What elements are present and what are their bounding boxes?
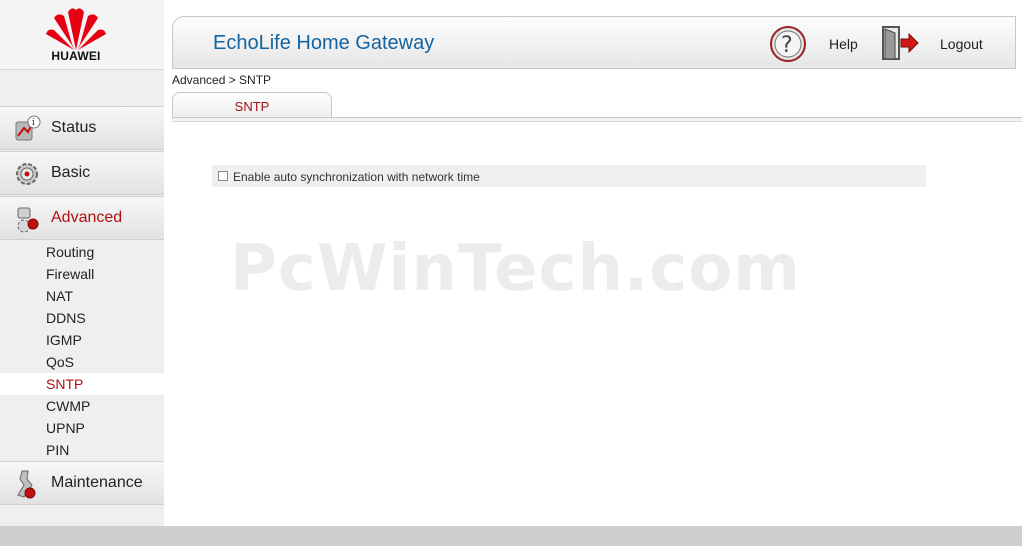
submenu-label: NAT: [46, 288, 73, 304]
tab-sntp[interactable]: SNTP: [172, 92, 332, 118]
submenu-cwmp[interactable]: CWMP: [0, 395, 164, 417]
nav-maintenance[interactable]: Maintenance: [0, 461, 164, 505]
submenu-igmp[interactable]: IGMP: [0, 329, 164, 351]
tab-underline: [172, 117, 1022, 122]
submenu-upnp[interactable]: UPNP: [0, 417, 164, 439]
status-icon: i: [15, 115, 41, 141]
auto-sync-checkbox[interactable]: [218, 171, 228, 181]
footer-bar: [0, 526, 1022, 546]
submenu-nat[interactable]: NAT: [0, 285, 164, 307]
top-strip: [164, 0, 1022, 10]
gateway-title: EchoLife Home Gateway: [213, 32, 435, 54]
advanced-icon: [17, 207, 39, 233]
submenu-routing[interactable]: Routing: [0, 241, 164, 263]
nav-advanced-label: Advanced: [51, 209, 123, 226]
submenu-firewall[interactable]: Firewall: [0, 263, 164, 285]
submenu-label: Firewall: [46, 266, 95, 282]
nav-advanced[interactable]: Advanced: [0, 196, 164, 240]
submenu-label: PIN: [46, 442, 70, 458]
nav-basic[interactable]: Basic: [0, 151, 164, 195]
nav-maintenance-label: Maintenance: [51, 474, 143, 491]
submenu-label: UPNP: [46, 420, 85, 436]
svg-text:i: i: [32, 118, 35, 128]
submenu-sntp[interactable]: SNTP: [0, 373, 164, 395]
submenu-label: IGMP: [46, 332, 82, 348]
tab-label: SNTP: [234, 99, 270, 114]
brand-name: HUAWEI: [51, 49, 101, 63]
help-link[interactable]: Help: [829, 36, 858, 52]
submenu-label: QoS: [46, 354, 75, 370]
gear-icon: [16, 163, 38, 185]
wrench-icon: [17, 470, 36, 499]
auto-sync-row: Enable auto synchronization with network…: [212, 165, 926, 187]
nav-status-label: Status: [51, 119, 97, 136]
submenu-label: SNTP: [46, 376, 84, 392]
logout-link[interactable]: Logout: [940, 36, 983, 52]
breadcrumb: Advanced > SNTP: [172, 73, 272, 87]
door-exit-icon[interactable]: [881, 25, 921, 63]
svg-text:?: ?: [781, 33, 793, 58]
auto-sync-label: Enable auto synchronization with network…: [233, 170, 480, 184]
huawei-logo: HUAWEI: [0, 0, 164, 70]
question-icon[interactable]: ?: [769, 25, 807, 63]
nav-basic-label: Basic: [51, 164, 91, 181]
sidebar: HUAWEI i Status Basic Advanced Routing F…: [0, 0, 164, 526]
huawei-flower-icon: [46, 8, 106, 50]
submenu-label: CWMP: [46, 398, 91, 414]
submenu-ddns[interactable]: DDNS: [0, 307, 164, 329]
nav-status[interactable]: i Status: [0, 106, 164, 150]
advanced-submenu: Routing Firewall NAT DDNS IGMP QoS SNTP …: [0, 241, 164, 461]
submenu-label: DDNS: [46, 310, 86, 326]
submenu-pin[interactable]: PIN: [0, 439, 164, 461]
watermark: PcWinTech.com: [230, 232, 801, 306]
submenu-label: Routing: [46, 244, 95, 260]
header-bar: EchoLife Home Gateway ? Help Logout: [172, 16, 1016, 69]
submenu-qos[interactable]: QoS: [0, 351, 164, 373]
